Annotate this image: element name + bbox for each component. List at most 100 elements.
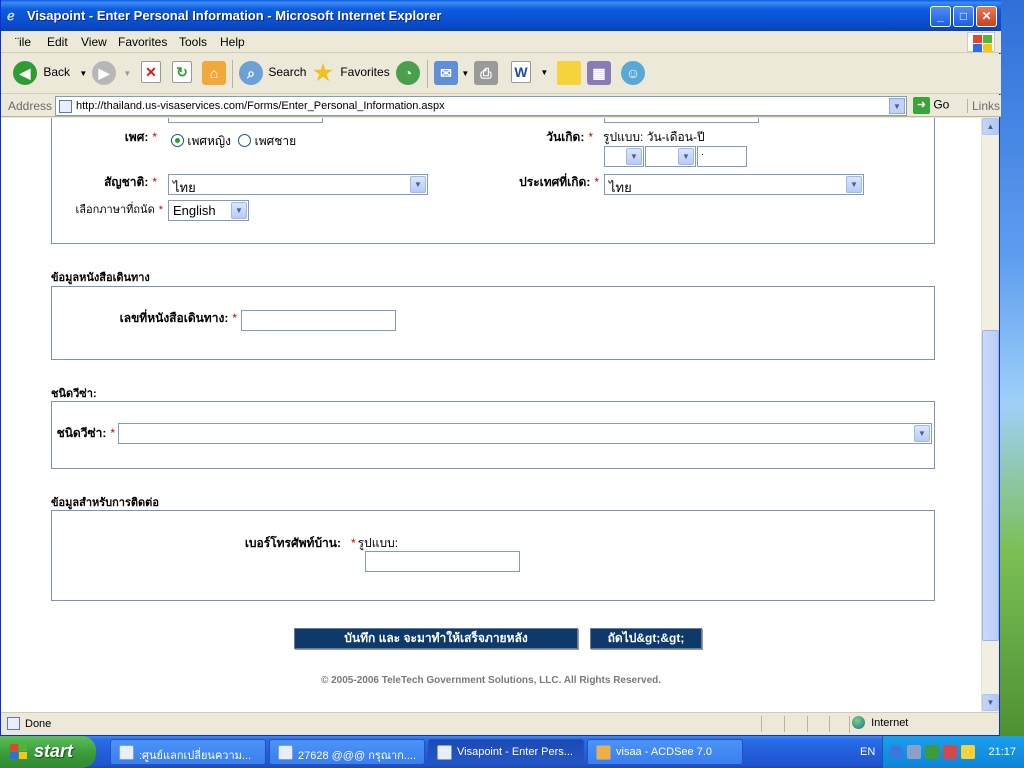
language-select[interactable]: English ▼	[168, 200, 249, 221]
dob-format-hint: รูปแบบ: วัน-เดือน-ปี	[603, 130, 705, 144]
chevron-down-icon: ▼	[914, 425, 930, 442]
acdsee-icon	[596, 745, 611, 760]
save-later-button[interactable]: บันทึก และ จะมาทำให้เสร็จภายหลัง	[294, 628, 578, 649]
research-button[interactable]: ▦	[587, 61, 611, 87]
contact-section-title: ข้อมูลสำหรับการติดต่อ	[51, 497, 159, 509]
nationality-select[interactable]: ไทย ▼	[168, 174, 428, 195]
maximize-button[interactable]: □	[953, 6, 974, 27]
home-phone-input[interactable]	[365, 551, 520, 572]
title-bar[interactable]: ℯ Visapoint - Enter Personal Information…	[1, 0, 1001, 31]
scroll-thumb[interactable]	[982, 330, 999, 641]
birth-country-select[interactable]: ไทย ▼	[604, 174, 864, 195]
menu-file[interactable]: ¨ile	[15, 35, 31, 49]
warning-icon[interactable]	[961, 745, 975, 759]
visa-section-title: ชนิดวีซ่า:	[51, 388, 97, 400]
chevron-down-icon: ▼	[678, 148, 694, 165]
chevron-down-icon: ▼	[231, 202, 247, 219]
windows-flag-icon	[10, 744, 28, 760]
print-button[interactable]: ⎙	[474, 61, 498, 87]
scroll-up-button[interactable]: ▲	[982, 118, 999, 135]
menu-tools[interactable]: Tools	[179, 35, 207, 49]
gender-label: เพศ: *	[124, 130, 157, 144]
discuss-button[interactable]	[557, 61, 581, 87]
visa-type-select[interactable]: ▼	[118, 423, 932, 444]
menu-view[interactable]: View	[81, 35, 107, 49]
ie-icon	[119, 745, 134, 760]
chevron-down-icon[interactable]: ▼	[123, 69, 131, 78]
tray-app-icon[interactable]	[925, 745, 939, 759]
messenger-button[interactable]: ☺	[621, 61, 645, 87]
vertical-scrollbar[interactable]: ▲ ▼	[981, 118, 999, 712]
taskbar-item[interactable]: 27628 @@@ กรุณาก....	[269, 739, 425, 765]
passport-number-input[interactable]	[241, 310, 396, 331]
chevron-down-icon[interactable]: ▼	[79, 69, 87, 78]
ie-icon: ℯ	[7, 8, 15, 23]
gender-male-label[interactable]: เพศชาย	[255, 134, 297, 148]
scroll-down-button[interactable]: ▼	[982, 694, 999, 711]
close-button[interactable]: ✕	[976, 6, 997, 27]
history-button[interactable]: ◔	[396, 61, 420, 87]
menu-help[interactable]: Help	[220, 35, 245, 49]
taskbar-item[interactable]: visaa - ACDSee 7.0	[587, 739, 743, 765]
status-bar: Done Internet	[1, 712, 999, 734]
research-icon: ▦	[587, 61, 611, 85]
refresh-button[interactable]: ↻	[172, 61, 192, 87]
toolbar: ◀ Back ▼ ▶ ▼ ✕ ↻ ⌂ ⌕ Search ★ Favorites …	[1, 54, 1001, 94]
previous-field-input[interactable]	[604, 118, 759, 123]
dob-day-select[interactable]: ▼	[604, 146, 644, 167]
messenger-icon: ☺	[621, 61, 645, 85]
menu-favorites[interactable]: Favorites	[118, 35, 167, 49]
search-button[interactable]: ⌕ Search	[239, 61, 306, 87]
star-icon: ★	[313, 60, 333, 85]
chevron-down-icon[interactable]: ▼	[461, 69, 469, 78]
dob-label: วันเกิด: *	[546, 130, 593, 144]
address-input[interactable]: http://thailand.us-visaservices.com/Form…	[55, 96, 907, 116]
dob-year-input[interactable]: .	[697, 146, 747, 167]
security-zone: Internet	[849, 716, 908, 733]
mail-button[interactable]: ✉ ▼	[434, 61, 469, 87]
home-icon: ⌂	[202, 61, 226, 85]
tray-chevron-icon[interactable]	[889, 745, 903, 759]
network-icon[interactable]	[907, 745, 921, 759]
home-button[interactable]: ⌂	[202, 61, 226, 87]
forward-arrow-icon: ▶	[92, 61, 116, 85]
language-indicator[interactable]: EN	[860, 746, 875, 758]
stop-button[interactable]: ✕	[141, 61, 161, 87]
search-icon: ⌕	[239, 61, 263, 85]
previous-field-input[interactable]	[168, 118, 323, 123]
next-button[interactable]: ถัดไป&gt;&gt;	[590, 628, 702, 649]
system-tray: 21:17	[882, 736, 1024, 768]
note-icon	[557, 61, 581, 85]
chevron-down-icon[interactable]: ▼	[540, 68, 548, 77]
forward-button[interactable]: ▶ ▼	[92, 61, 131, 87]
address-url: http://thailand.us-visaservices.com/Form…	[76, 100, 445, 112]
gender-female-label[interactable]: เพศหญิง	[187, 134, 231, 148]
taskbar-item-active[interactable]: Visapoint - Enter Pers...	[428, 739, 584, 765]
minimize-button[interactable]: _	[930, 6, 951, 27]
edit-button[interactable]: W ▼	[511, 61, 548, 87]
start-button[interactable]: start	[0, 736, 96, 768]
desktop-background	[1000, 0, 1024, 736]
dob-month-select[interactable]: ▼	[645, 146, 696, 167]
favorites-button[interactable]: ★ Favorites	[311, 61, 390, 87]
language-label: เลือกภาษาที่ถนัด *	[75, 204, 163, 216]
gender-female-radio[interactable]	[171, 134, 184, 147]
copyright-footer: © 2005-2006 TeleTech Government Solution…	[320, 675, 662, 686]
birth-country-label: ประเทศที่เกิด: *	[519, 175, 599, 189]
chevron-down-icon[interactable]: ▼	[889, 98, 905, 114]
chevron-down-icon: ▼	[626, 148, 642, 165]
taskbar-item[interactable]: :ศูนย์แลกเปลี่ยนความ...	[110, 739, 266, 765]
nationality-label: สัญชาติ: *	[104, 175, 157, 189]
page-icon	[59, 100, 72, 113]
taskbar: start :ศูนย์แลกเปลี่ยนความ... 27628 @@@ …	[0, 736, 1024, 768]
windows-logo-icon	[967, 32, 995, 52]
tray-app-icon[interactable]	[943, 745, 957, 759]
menu-edit[interactable]: Edit	[47, 35, 68, 49]
links-button[interactable]: Links	[967, 99, 1000, 113]
clock[interactable]: 21:17	[988, 746, 1016, 758]
back-button[interactable]: ◀ Back ▼	[13, 61, 87, 87]
chevron-down-icon: ▼	[410, 176, 426, 193]
gender-male-radio[interactable]	[238, 134, 252, 147]
window-title: Visapoint - Enter Personal Information -…	[27, 8, 442, 23]
go-button[interactable]: ➜ Go	[913, 97, 949, 114]
